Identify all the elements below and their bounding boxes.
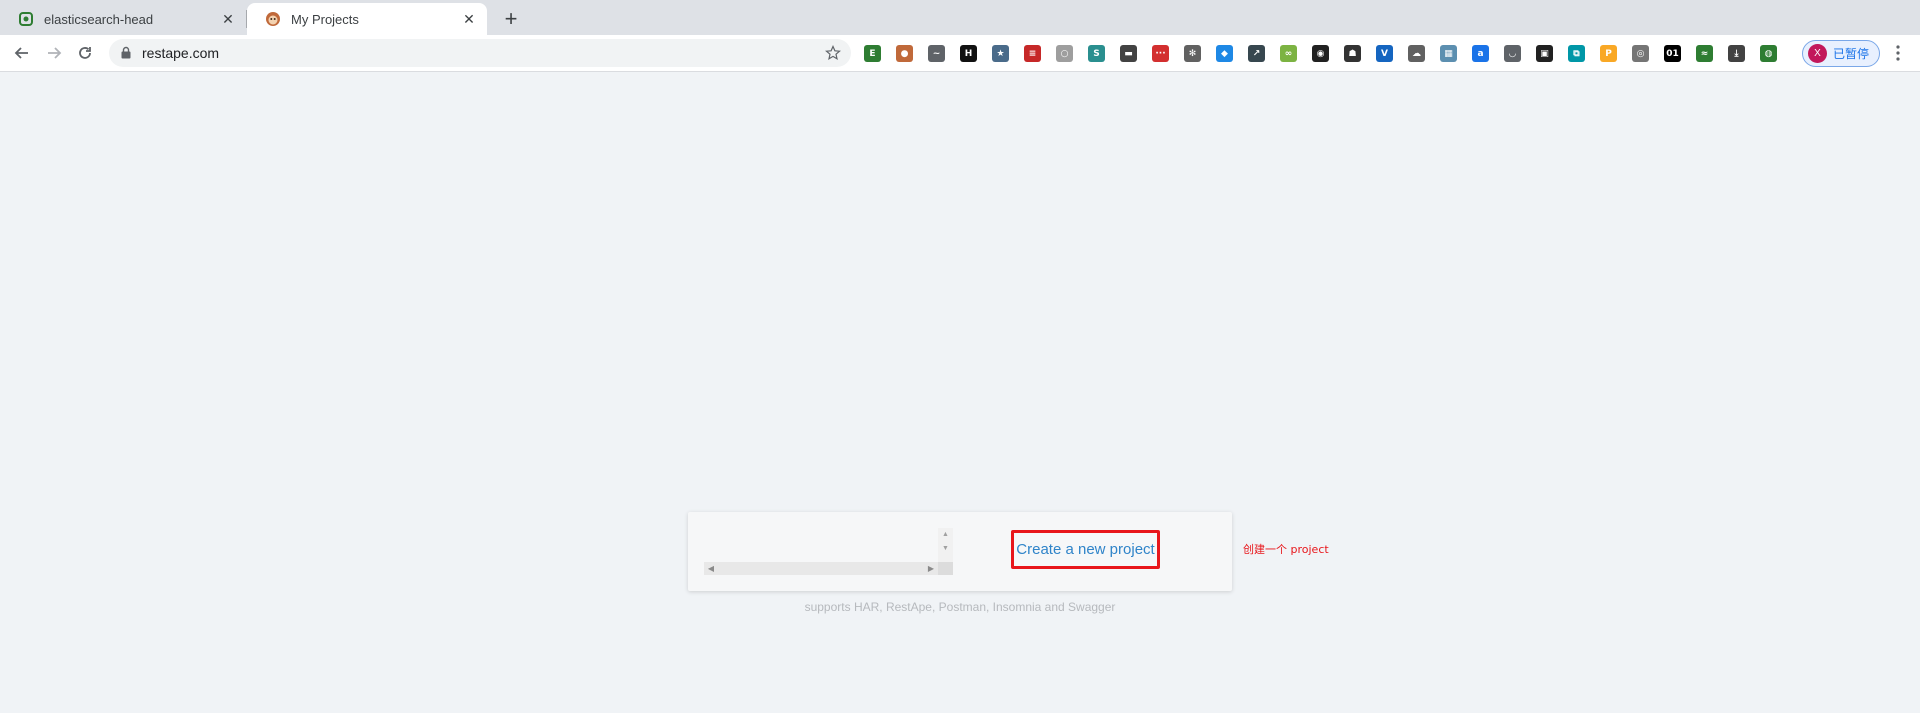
globe-icon[interactable]: ◍: [1760, 45, 1777, 62]
robot-icon[interactable]: ☗: [1344, 45, 1361, 62]
bookmark-star-icon[interactable]: [825, 45, 841, 66]
dots-icon[interactable]: ···: [1152, 45, 1169, 62]
car-icon[interactable]: ▬: [1120, 45, 1137, 62]
lock-icon: [121, 46, 131, 64]
cowboy-hat-icon[interactable]: ~: [928, 45, 945, 62]
new-tab-button[interactable]: +: [497, 6, 525, 34]
scroll-down-icon[interactable]: ▼: [938, 542, 953, 556]
circle-badge-icon[interactable]: ◎: [1632, 45, 1649, 62]
leaf-icon[interactable]: ≈: [1696, 45, 1713, 62]
elasticsearch-icon: [18, 11, 34, 27]
scroll-up-icon[interactable]: ▲: [938, 528, 953, 542]
a-icon[interactable]: a: [1472, 45, 1489, 62]
close-tab-icon[interactable]: ✕: [220, 11, 236, 27]
avatar: X: [1808, 44, 1827, 63]
glasses-icon[interactable]: ◉: [1312, 45, 1329, 62]
scroll-right-icon[interactable]: ▶: [924, 562, 938, 575]
profile-label: 已暂停: [1833, 47, 1870, 61]
s-icon[interactable]: S: [1088, 45, 1105, 62]
horizontal-scrollbar[interactable]: ◀ ▶: [704, 562, 938, 575]
flag-icon[interactable]: ≡: [1024, 45, 1041, 62]
monkey-icon: [265, 11, 281, 27]
tab-title: My Projects: [291, 11, 359, 27]
chart-icon[interactable]: ↗: [1248, 45, 1265, 62]
download-icon[interactable]: ⤓: [1728, 45, 1745, 62]
reload-icon: [79, 47, 91, 59]
annotation-label: 创建一个 project: [1243, 543, 1329, 556]
bike-icon[interactable]: ∞: [1280, 45, 1297, 62]
address-bar[interactable]: restape.com: [109, 39, 851, 67]
arrow-right-icon: [48, 47, 62, 59]
url-text: restape.com: [142, 45, 220, 61]
pdf-icon[interactable]: P: [1600, 45, 1617, 62]
import-dropzone[interactable]: ▲ ▼ ◀ ▶: [704, 528, 953, 575]
circle-icon[interactable]: ○: [1056, 45, 1073, 62]
cloud-icon[interactable]: ☁: [1408, 45, 1425, 62]
screenshot-icon[interactable]: ⧉: [1568, 45, 1585, 62]
tab-strip: elasticsearch-head ✕ My Projects ✕ +: [0, 0, 1920, 35]
vertical-scrollbar[interactable]: ▲ ▼: [938, 528, 953, 562]
elasticsearch-icon[interactable]: E: [864, 45, 881, 62]
tiles-icon[interactable]: ▦: [1440, 45, 1457, 62]
diamond-icon[interactable]: ◆: [1216, 45, 1233, 62]
tab-my-projects[interactable]: My Projects ✕: [247, 3, 487, 35]
create-project-link[interactable]: Create a new project: [1016, 541, 1154, 558]
arrow-left-icon: [14, 47, 28, 59]
pocket-icon[interactable]: ◡: [1504, 45, 1521, 62]
close-tab-icon[interactable]: ✕: [461, 11, 477, 27]
v-icon[interactable]: V: [1376, 45, 1393, 62]
menu-icon[interactable]: [1888, 43, 1908, 63]
tab-elasticsearch-head[interactable]: elasticsearch-head ✕: [0, 3, 246, 35]
scrollbar-corner: [938, 562, 953, 575]
monkey-icon[interactable]: ●: [896, 45, 913, 62]
supported-formats-text: supports HAR, RestApe, Postman, Insomnia…: [804, 600, 1116, 614]
tab-title: elasticsearch-head: [44, 11, 154, 27]
profile-button[interactable]: X 已暂停: [1802, 40, 1880, 67]
binary-icon[interactable]: 01: [1664, 45, 1681, 62]
gear-icon[interactable]: ✻: [1184, 45, 1201, 62]
forward-button[interactable]: [40, 39, 68, 67]
back-button[interactable]: [8, 39, 36, 67]
cookie-icon[interactable]: ▣: [1536, 45, 1553, 62]
reload-button[interactable]: [71, 39, 99, 67]
create-highlight-box: Create a new project: [1011, 530, 1160, 569]
scroll-left-icon[interactable]: ◀: [704, 562, 718, 575]
import-card: ▲ ▼ ◀ ▶ Create a new project: [688, 512, 1232, 591]
h-icon[interactable]: H: [960, 45, 977, 62]
star-box-icon[interactable]: ★: [992, 45, 1009, 62]
browser-toolbar: restape.com E ● ~ H ★ ≡ ○ S ▬ ··· ✻ ◆ ↗ ∞ ◉ ☗ V ☁ ▦ a ◡ ▣ ⧉ P ◎ 0…: [0, 35, 1920, 72]
